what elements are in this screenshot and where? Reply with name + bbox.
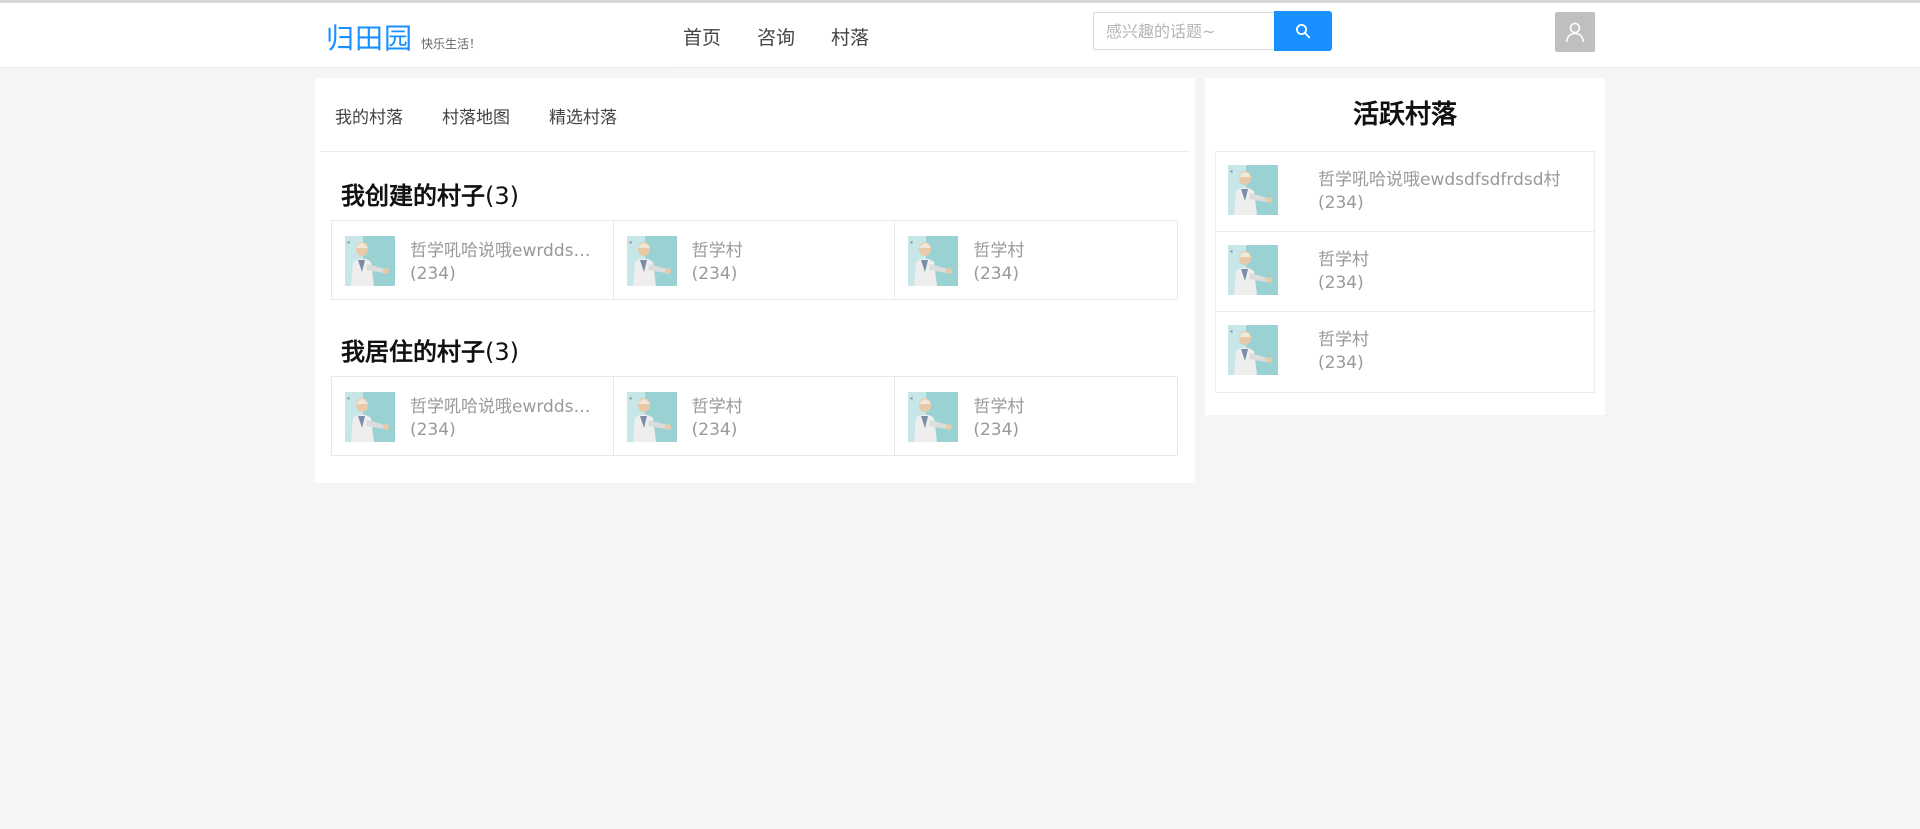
my-villages-panel: 我的村落 村落地图 精选村落 我创建的村子(3) 哲学吼哈说哦ewrddsdfs… [315, 78, 1195, 483]
search-input[interactable] [1093, 12, 1274, 50]
created-village-list: 哲学吼哈说哦ewrddsdfsdfrdsd村 (234) 哲学村 (234) 哲… [331, 220, 1178, 300]
lived-villages-title: 我居住的村子(3) [341, 332, 519, 367]
village-card[interactable]: 哲学村 (234) [613, 377, 896, 455]
top-header: 归田园 快乐生活！ 首页 咨询 村落 [0, 3, 1920, 68]
village-thumbnail [908, 236, 958, 286]
village-name: 哲学村 [973, 241, 1025, 261]
logo[interactable]: 归田园 快乐生活！ [326, 17, 481, 57]
lived-count: (3) [485, 338, 519, 366]
village-name: 哲学吼哈说哦ewdsdfsdfrdsd村 [1318, 170, 1561, 190]
village-name: 哲学吼哈说哦ewrddsdfsdfrdsd村 [410, 241, 600, 261]
lived-village-list: 哲学吼哈说哦ewrddsdfsdfrdsd村 (234) 哲学村 (234) 哲… [331, 376, 1178, 456]
active-villages-panel: 活跃村落 哲学吼哈说哦ewdsdfsdfrdsd村 (234) 哲学村 (234… [1205, 78, 1605, 415]
village-member-count: (234) [410, 264, 456, 284]
active-villages-title: 活跃村落 [1352, 100, 1457, 130]
village-member-count: (234) [1318, 353, 1364, 373]
village-thumbnail [627, 392, 677, 442]
village-thumbnail [627, 236, 677, 286]
village-tabs: 我的村落 村落地图 精选村落 [320, 78, 1190, 152]
logo-slogan: 快乐生活！ [421, 37, 482, 51]
village-name: 哲学村 [691, 397, 743, 417]
village-member-count: (234) [973, 420, 1020, 440]
village-name: 哲学村 [691, 241, 743, 261]
search-button[interactable] [1274, 11, 1332, 51]
user-icon [1565, 22, 1585, 43]
village-thumbnail [1228, 325, 1278, 375]
village-thumbnail [345, 236, 395, 286]
created-count: (3) [485, 182, 519, 210]
user-avatar-button[interactable] [1555, 12, 1595, 52]
village-card[interactable]: 哲学村 (234) [895, 377, 1178, 455]
created-title-text: 我创建的村子 [341, 182, 485, 210]
village-name: 哲学村 [1318, 250, 1369, 270]
village-thumbnail [1228, 245, 1278, 295]
nav-item-home[interactable]: 首页 [665, 3, 739, 67]
search-icon [1296, 24, 1311, 39]
tab-featured-villages[interactable]: 精选村落 [549, 78, 617, 151]
village-card[interactable]: 哲学吼哈说哦ewrddsdfsdfrdsd村 (234) [332, 377, 614, 455]
village-card[interactable]: 哲学村 (234) [895, 221, 1178, 299]
village-name: 哲学吼哈说哦ewrddsdfsdfrdsd村 [410, 397, 600, 417]
search-bar [1093, 11, 1332, 51]
village-thumbnail [1228, 165, 1278, 215]
nav-item-consult[interactable]: 咨询 [739, 3, 813, 67]
tab-my-villages[interactable]: 我的村落 [335, 78, 403, 151]
created-villages-title: 我创建的村子(3) [341, 176, 519, 211]
active-village-card[interactable]: 哲学村 (234) [1216, 232, 1594, 312]
village-member-count: (234) [973, 264, 1020, 284]
village-name: 哲学村 [1318, 330, 1369, 350]
village-member-count: (234) [691, 420, 738, 440]
village-thumbnail [908, 392, 958, 442]
active-village-card[interactable]: 哲学村 (234) [1216, 312, 1594, 392]
lived-title-text: 我居住的村子 [341, 338, 485, 366]
logo-title[interactable]: 归田园 [326, 17, 413, 57]
village-card[interactable]: 哲学村 (234) [613, 221, 896, 299]
village-name: 哲学村 [973, 397, 1025, 417]
village-thumbnail [345, 392, 395, 442]
tab-village-map[interactable]: 村落地图 [442, 78, 510, 151]
village-member-count: (234) [1318, 273, 1364, 293]
active-village-card[interactable]: 哲学吼哈说哦ewdsdfsdfrdsd村 (234) [1216, 152, 1594, 232]
nav-item-villages[interactable]: 村落 [813, 3, 887, 67]
village-member-count: (234) [1318, 193, 1364, 213]
active-village-list: 哲学吼哈说哦ewdsdfsdfrdsd村 (234) 哲学村 (234) 哲学村… [1215, 151, 1595, 393]
village-member-count: (234) [691, 264, 738, 284]
main-nav: 首页 咨询 村落 [665, 3, 888, 68]
village-member-count: (234) [410, 420, 456, 440]
village-card[interactable]: 哲学吼哈说哦ewrddsdfsdfrdsd村 (234) [332, 221, 614, 299]
